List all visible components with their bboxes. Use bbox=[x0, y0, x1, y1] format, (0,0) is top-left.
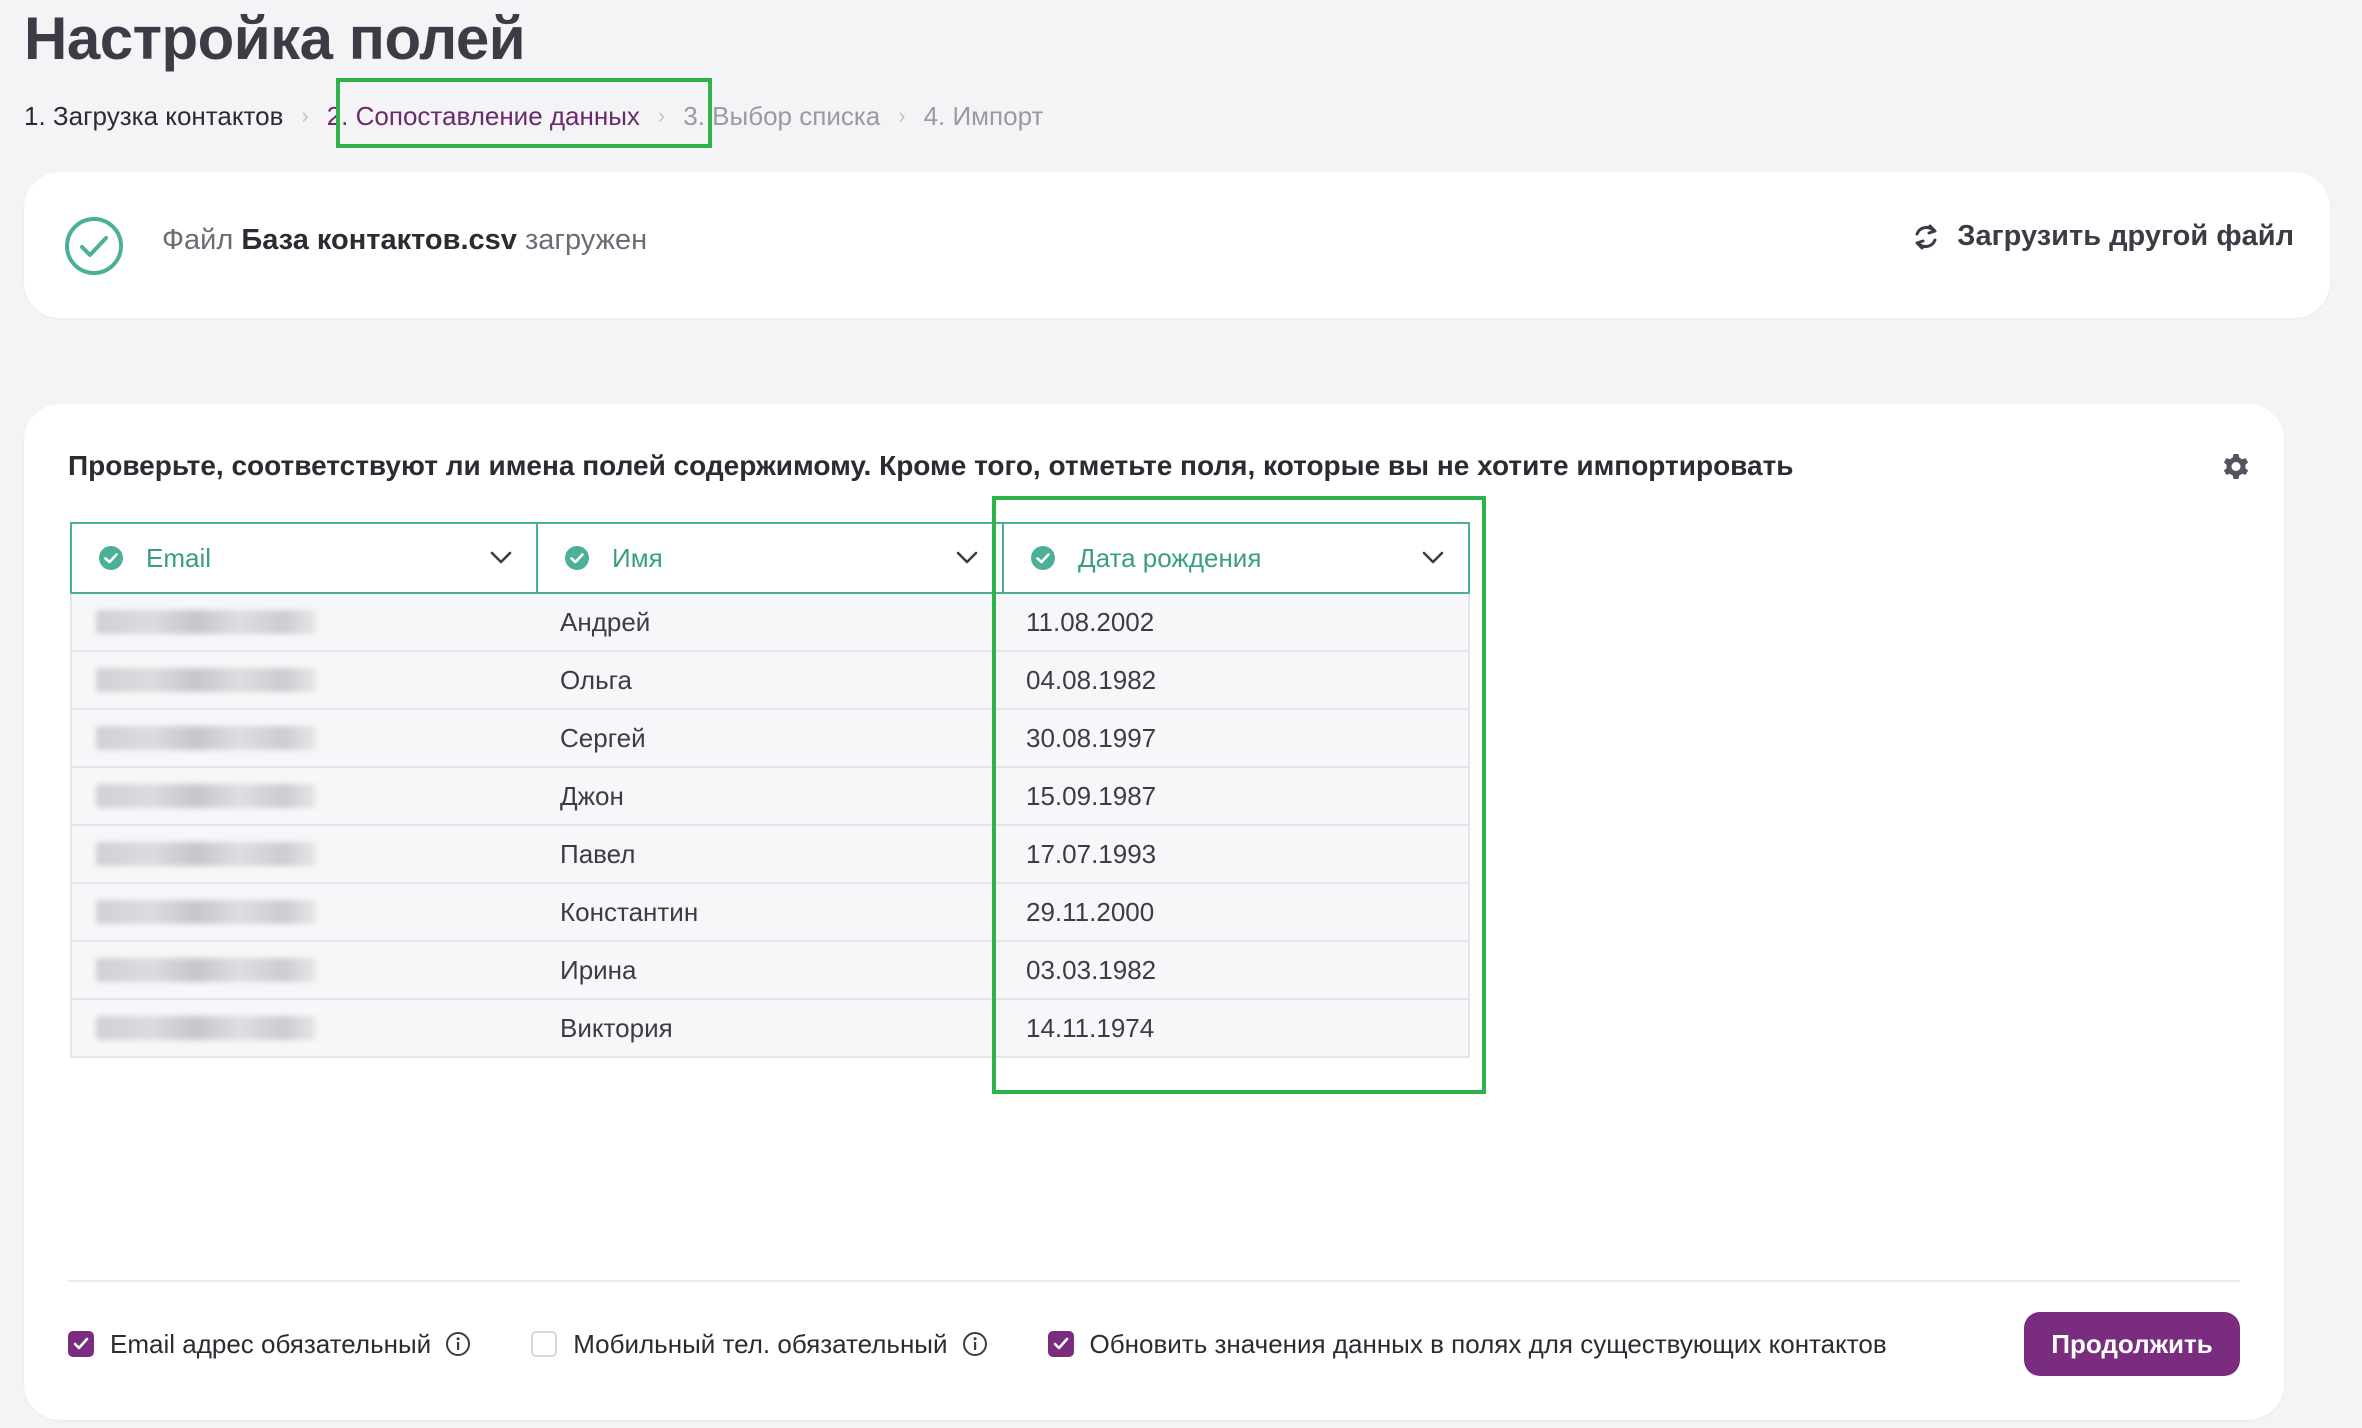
step-upload-contacts[interactable]: 1. Загрузка контактов bbox=[24, 101, 283, 132]
column-header-birthdate[interactable]: Дата рождения bbox=[1002, 522, 1470, 594]
chevron-down-icon bbox=[490, 551, 512, 564]
redacted-email-blur bbox=[96, 668, 316, 692]
cell-name: Ольга bbox=[536, 652, 1004, 710]
cell-birthdate: 30.08.1997 bbox=[1002, 710, 1470, 768]
check-circle-icon bbox=[565, 546, 589, 570]
cell-email-redacted bbox=[70, 652, 538, 710]
column-header-email[interactable]: Email bbox=[70, 522, 538, 594]
redacted-email-blur bbox=[96, 610, 316, 634]
info-icon[interactable] bbox=[445, 1331, 471, 1357]
option-label: Мобильный тел. обязательный bbox=[573, 1328, 948, 1359]
chevron-down-icon bbox=[1422, 551, 1444, 564]
step-data-mapping[interactable]: 2. Сопоставление данных bbox=[327, 101, 640, 132]
cell-birthdate: 15.09.1987 bbox=[1002, 768, 1470, 826]
chevron-right-icon: › bbox=[301, 103, 309, 128]
mapping-instruction: Проверьте, соответствуют ли имена полей … bbox=[68, 450, 1794, 481]
gear-icon[interactable] bbox=[2220, 450, 2252, 482]
checkbox-update-existing[interactable] bbox=[1047, 1331, 1074, 1357]
checkbox-email-required[interactable] bbox=[68, 1331, 94, 1357]
cell-email-redacted bbox=[70, 884, 538, 942]
chevron-down-icon bbox=[956, 551, 978, 564]
file-status-text: Файл База контактов.csv загружен bbox=[162, 224, 647, 257]
option-label: Обновить значения данных в полях для сущ… bbox=[1089, 1328, 1887, 1359]
upload-another-file-button[interactable]: Загрузить другой файл bbox=[1911, 220, 2294, 253]
field-mapping-card: Проверьте, соответствуют ли имена полей … bbox=[24, 404, 2284, 1420]
cell-name: Джон bbox=[536, 768, 1004, 826]
cell-email-redacted bbox=[70, 710, 538, 768]
refresh-icon bbox=[1915, 224, 1937, 249]
cell-birthdate: 14.11.1974 bbox=[1002, 1000, 1470, 1058]
cell-name: Константин bbox=[536, 884, 1004, 942]
check-circle-icon bbox=[65, 217, 123, 275]
file-status-suffix: загружен bbox=[524, 224, 648, 256]
column-header-label: Email bbox=[146, 542, 212, 573]
redacted-email-blur bbox=[96, 784, 316, 808]
redacted-email-blur bbox=[96, 842, 316, 866]
cell-name: Сергей bbox=[536, 710, 1004, 768]
cell-name: Андрей bbox=[536, 594, 1004, 652]
upload-another-file-label: Загрузить другой файл bbox=[1957, 220, 2294, 252]
page-title: Настройка полей bbox=[24, 5, 526, 72]
chevron-right-icon: › bbox=[657, 103, 666, 128]
redacted-email-blur bbox=[96, 900, 316, 924]
cell-birthdate: 17.07.1993 bbox=[1002, 826, 1470, 884]
step-select-list: 3. Выбор списка bbox=[683, 100, 881, 131]
file-status-card: Файл База контактов.csv загружен Загрузи… bbox=[24, 172, 2330, 318]
file-name: База контактов.csv bbox=[241, 224, 517, 256]
file-status-prefix: Файл bbox=[162, 224, 234, 256]
cell-birthdate: 03.03.1982 bbox=[1002, 942, 1470, 1000]
column-header-label: Имя bbox=[612, 542, 663, 573]
cell-name: Павел bbox=[536, 826, 1004, 884]
chevron-right-icon: › bbox=[898, 103, 906, 128]
cell-email-redacted bbox=[70, 594, 538, 652]
divider bbox=[68, 1280, 2240, 1282]
info-icon[interactable] bbox=[962, 1331, 988, 1357]
column-header-name[interactable]: Имя bbox=[536, 522, 1004, 594]
redacted-email-blur bbox=[96, 958, 316, 982]
option-label: Email адрес обязательный bbox=[110, 1328, 432, 1359]
cell-name: Ирина bbox=[536, 942, 1004, 1000]
cell-birthdate: 11.08.2002 bbox=[1002, 594, 1470, 652]
checkmark-icon bbox=[1053, 1337, 1068, 1350]
import-options: Email адрес обязательный Мобильный тел. … bbox=[68, 1312, 2240, 1376]
column-header-label: Дата рождения bbox=[1078, 542, 1262, 573]
cell-email-redacted bbox=[70, 768, 538, 826]
cell-email-redacted bbox=[70, 1000, 538, 1058]
redacted-email-blur bbox=[96, 726, 316, 750]
cell-birthdate: 04.08.1982 bbox=[1002, 652, 1470, 710]
step-breadcrumb: 1. Загрузка контактов › 2. Сопоставление… bbox=[24, 96, 1043, 136]
cell-birthdate: 29.11.2000 bbox=[1002, 884, 1470, 942]
cell-email-redacted bbox=[70, 826, 538, 884]
option-email-required[interactable]: Email адрес обязательный bbox=[68, 1329, 471, 1360]
option-phone-required[interactable]: Мобильный тел. обязательный bbox=[531, 1329, 987, 1360]
option-update-existing[interactable]: Обновить значения данных в полях для сущ… bbox=[1047, 1328, 1887, 1360]
cell-name: Виктория bbox=[536, 1000, 1004, 1058]
cell-email-redacted bbox=[70, 942, 538, 1000]
step-import: 4. Импорт bbox=[923, 100, 1044, 131]
continue-button[interactable]: Продолжить bbox=[2024, 1312, 2240, 1376]
mapping-table: Email Имя Дата рождения Андрей 11.08.2002… bbox=[70, 522, 1508, 1062]
check-circle-icon bbox=[1031, 546, 1055, 570]
redacted-email-blur bbox=[96, 1016, 316, 1040]
checkbox-phone-required[interactable] bbox=[531, 1331, 558, 1357]
check-circle-icon bbox=[99, 546, 123, 570]
checkmark-icon bbox=[73, 1337, 89, 1350]
